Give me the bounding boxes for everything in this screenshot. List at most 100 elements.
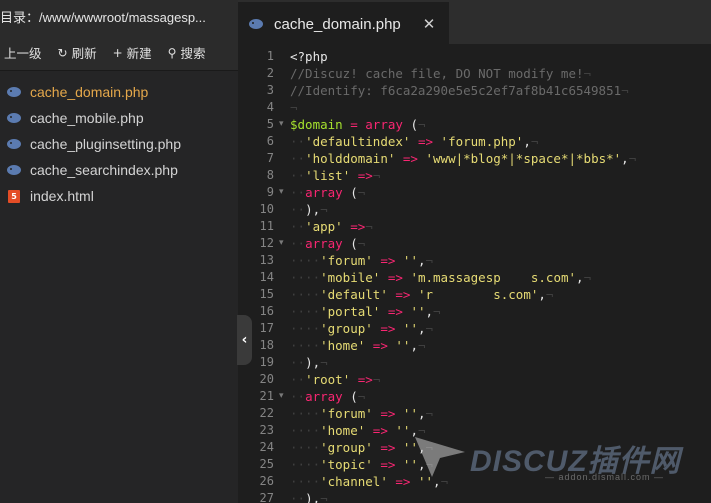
line-number: 22 xyxy=(259,406,274,420)
line-number: 6 xyxy=(266,134,274,148)
line-number: 10 xyxy=(259,202,274,216)
code-text: ····'topic' => '',¬ xyxy=(290,457,434,472)
code-editor: cache_domain.php ✕ 1 <?php 2 //Discuz! cach… xyxy=(238,0,711,503)
file-item[interactable]: 5 index.html xyxy=(0,183,238,209)
code-line: 17 ····'group' => '',¬ xyxy=(238,320,711,337)
file-name: cache_pluginsetting.php xyxy=(30,136,182,152)
line-number: 26 xyxy=(259,474,274,488)
code-line: 18 ····'home' => '',¬ xyxy=(238,337,711,354)
line-number: 27 xyxy=(259,491,274,503)
code-text: ····'forum' => '',¬ xyxy=(290,253,434,268)
code-line: 8 ··'list' =>¬ xyxy=(238,167,711,184)
code-text: ····'home' => '',¬ xyxy=(290,338,426,353)
code-text: ····'group' => '',¬ xyxy=(290,321,434,336)
line-number: 24 xyxy=(259,440,274,454)
code-line: 6 ··'defaultindex' => 'forum.php',¬ xyxy=(238,133,711,150)
new-file-button[interactable]: + 新建 xyxy=(113,43,152,62)
code-line: 25 ····'topic' => '',¬ xyxy=(238,456,711,473)
line-number: 8 xyxy=(266,168,274,182)
line-number: 2 xyxy=(266,66,274,80)
php-elephant-icon xyxy=(6,163,22,177)
code-line: 5 ▾ $domain = array (¬ xyxy=(238,116,711,133)
close-icon[interactable]: ✕ xyxy=(423,15,436,33)
code-text: ··array (¬ xyxy=(290,185,366,200)
code-line: 21 ▾ ··array (¬ xyxy=(238,388,711,405)
code-content[interactable]: 1 <?php 2 //Discuz! cache file, DO NOT modi… xyxy=(238,48,711,503)
code-line: 13 ····'forum' => '',¬ xyxy=(238,252,711,269)
file-name: cache_searchindex.php xyxy=(30,162,178,178)
file-item[interactable]: cache_pluginsetting.php xyxy=(0,131,238,157)
code-text: //Discuz! cache file, DO NOT modify me!¬ xyxy=(290,66,592,81)
line-number: 25 xyxy=(259,457,274,471)
refresh-button[interactable]: ↻ 刷新 xyxy=(58,43,97,62)
line-number: 20 xyxy=(259,372,274,386)
file-item[interactable]: cache_domain.php xyxy=(0,79,238,105)
code-text: ··'holddomain' => 'www|*blog*|*space*|*b… xyxy=(290,151,637,166)
code-line: 1 <?php xyxy=(238,48,711,65)
plus-icon: + xyxy=(112,45,123,60)
code-text: ¬ xyxy=(290,100,298,115)
search-label: 搜索 xyxy=(180,47,206,61)
line-number: 12 xyxy=(259,236,274,250)
code-text: ····'forum' => '',¬ xyxy=(290,406,434,421)
fold-toggle-icon[interactable]: ▾ xyxy=(279,184,284,201)
code-text: ··array (¬ xyxy=(290,236,366,251)
fold-toggle-icon[interactable]: ▾ xyxy=(279,388,284,405)
code-text: ··),¬ xyxy=(290,491,328,503)
line-number: 11 xyxy=(259,219,274,233)
code-line: 24 ····'group' => '',¬ xyxy=(238,439,711,456)
line-number: 5 xyxy=(266,117,274,131)
code-line: 14 ····'mobile' => 'm.massagesp s.com',¬ xyxy=(238,269,711,286)
code-line: 7 ··'holddomain' => 'www|*blog*|*space*|*… xyxy=(238,150,711,167)
line-number: 1 xyxy=(266,49,274,63)
code-line: 27 ··),¬ xyxy=(238,490,711,503)
code-text: //Identify: f6ca2a290e5e5c2ef7af8b41c654… xyxy=(290,83,629,98)
code-text: $domain = array (¬ xyxy=(290,117,426,132)
up-level-label: 上一级 xyxy=(4,47,42,61)
code-line: 11 ··'app' =>¬ xyxy=(238,218,711,235)
code-text: ····'home' => '',¬ xyxy=(290,423,426,438)
file-toolbar: 上一级 ↻ 刷新 + 新建 ⚲ 搜索 xyxy=(0,35,238,71)
code-text: ····'mobile' => 'm.massagesp s.com',¬ xyxy=(290,270,592,285)
line-number: 15 xyxy=(259,287,274,301)
fold-toggle-icon[interactable]: ▾ xyxy=(279,235,284,252)
code-line: 3 //Identify: f6ca2a290e5e5c2ef7af8b41c65… xyxy=(238,82,711,99)
php-elephant-icon xyxy=(6,111,22,125)
new-file-label: 新建 xyxy=(126,47,152,61)
editor-tab-bar: cache_domain.php ✕ xyxy=(238,0,711,44)
code-text: <?php xyxy=(290,49,328,64)
code-line: 22 ····'forum' => '',¬ xyxy=(238,405,711,422)
code-line: 19 ··),¬ xyxy=(238,354,711,371)
file-item[interactable]: cache_mobile.php xyxy=(0,105,238,131)
code-text: ····'channel' => '',¬ xyxy=(290,474,449,489)
code-line: 15 ····'default' => 'r s.com',¬ xyxy=(238,286,711,303)
fold-toggle-icon[interactable]: ▾ xyxy=(279,116,284,133)
code-text: ··),¬ xyxy=(290,355,328,370)
line-number: 23 xyxy=(259,423,274,437)
code-text: ····'portal' => '',¬ xyxy=(290,304,441,319)
code-text: ··'list' =>¬ xyxy=(290,168,381,183)
code-text: ····'default' => 'r s.com',¬ xyxy=(290,287,554,302)
code-text: ··array (¬ xyxy=(290,389,366,404)
line-number: 21 xyxy=(259,389,274,403)
code-line: 16 ····'portal' => '',¬ xyxy=(238,303,711,320)
up-level-button[interactable]: 上一级 xyxy=(4,43,42,62)
current-path: 目录：/www/wwwroot/massagesp... xyxy=(0,0,238,35)
file-explorer-panel: 目录：/www/wwwroot/massagesp... 上一级 ↻ 刷新 + … xyxy=(0,0,238,503)
code-line: 2 //Discuz! cache file, DO NOT modify me!… xyxy=(238,65,711,82)
code-line: 10 ··),¬ xyxy=(238,201,711,218)
tab-cache-domain[interactable]: cache_domain.php ✕ xyxy=(238,2,450,44)
php-elephant-icon xyxy=(6,85,22,99)
file-item[interactable]: cache_searchindex.php xyxy=(0,157,238,183)
file-name: cache_domain.php xyxy=(30,84,149,100)
line-number: 13 xyxy=(259,253,274,267)
code-text: ··'app' =>¬ xyxy=(290,219,373,234)
file-name: index.html xyxy=(30,188,94,204)
php-elephant-icon xyxy=(6,137,22,151)
line-number: 3 xyxy=(266,83,274,97)
code-line: 20 ··'root' =>¬ xyxy=(238,371,711,388)
collapse-sidebar-handle[interactable]: ‹ xyxy=(237,315,252,365)
line-number: 14 xyxy=(259,270,274,284)
code-text: ··),¬ xyxy=(290,202,328,217)
search-button[interactable]: ⚲ 搜索 xyxy=(168,43,206,62)
